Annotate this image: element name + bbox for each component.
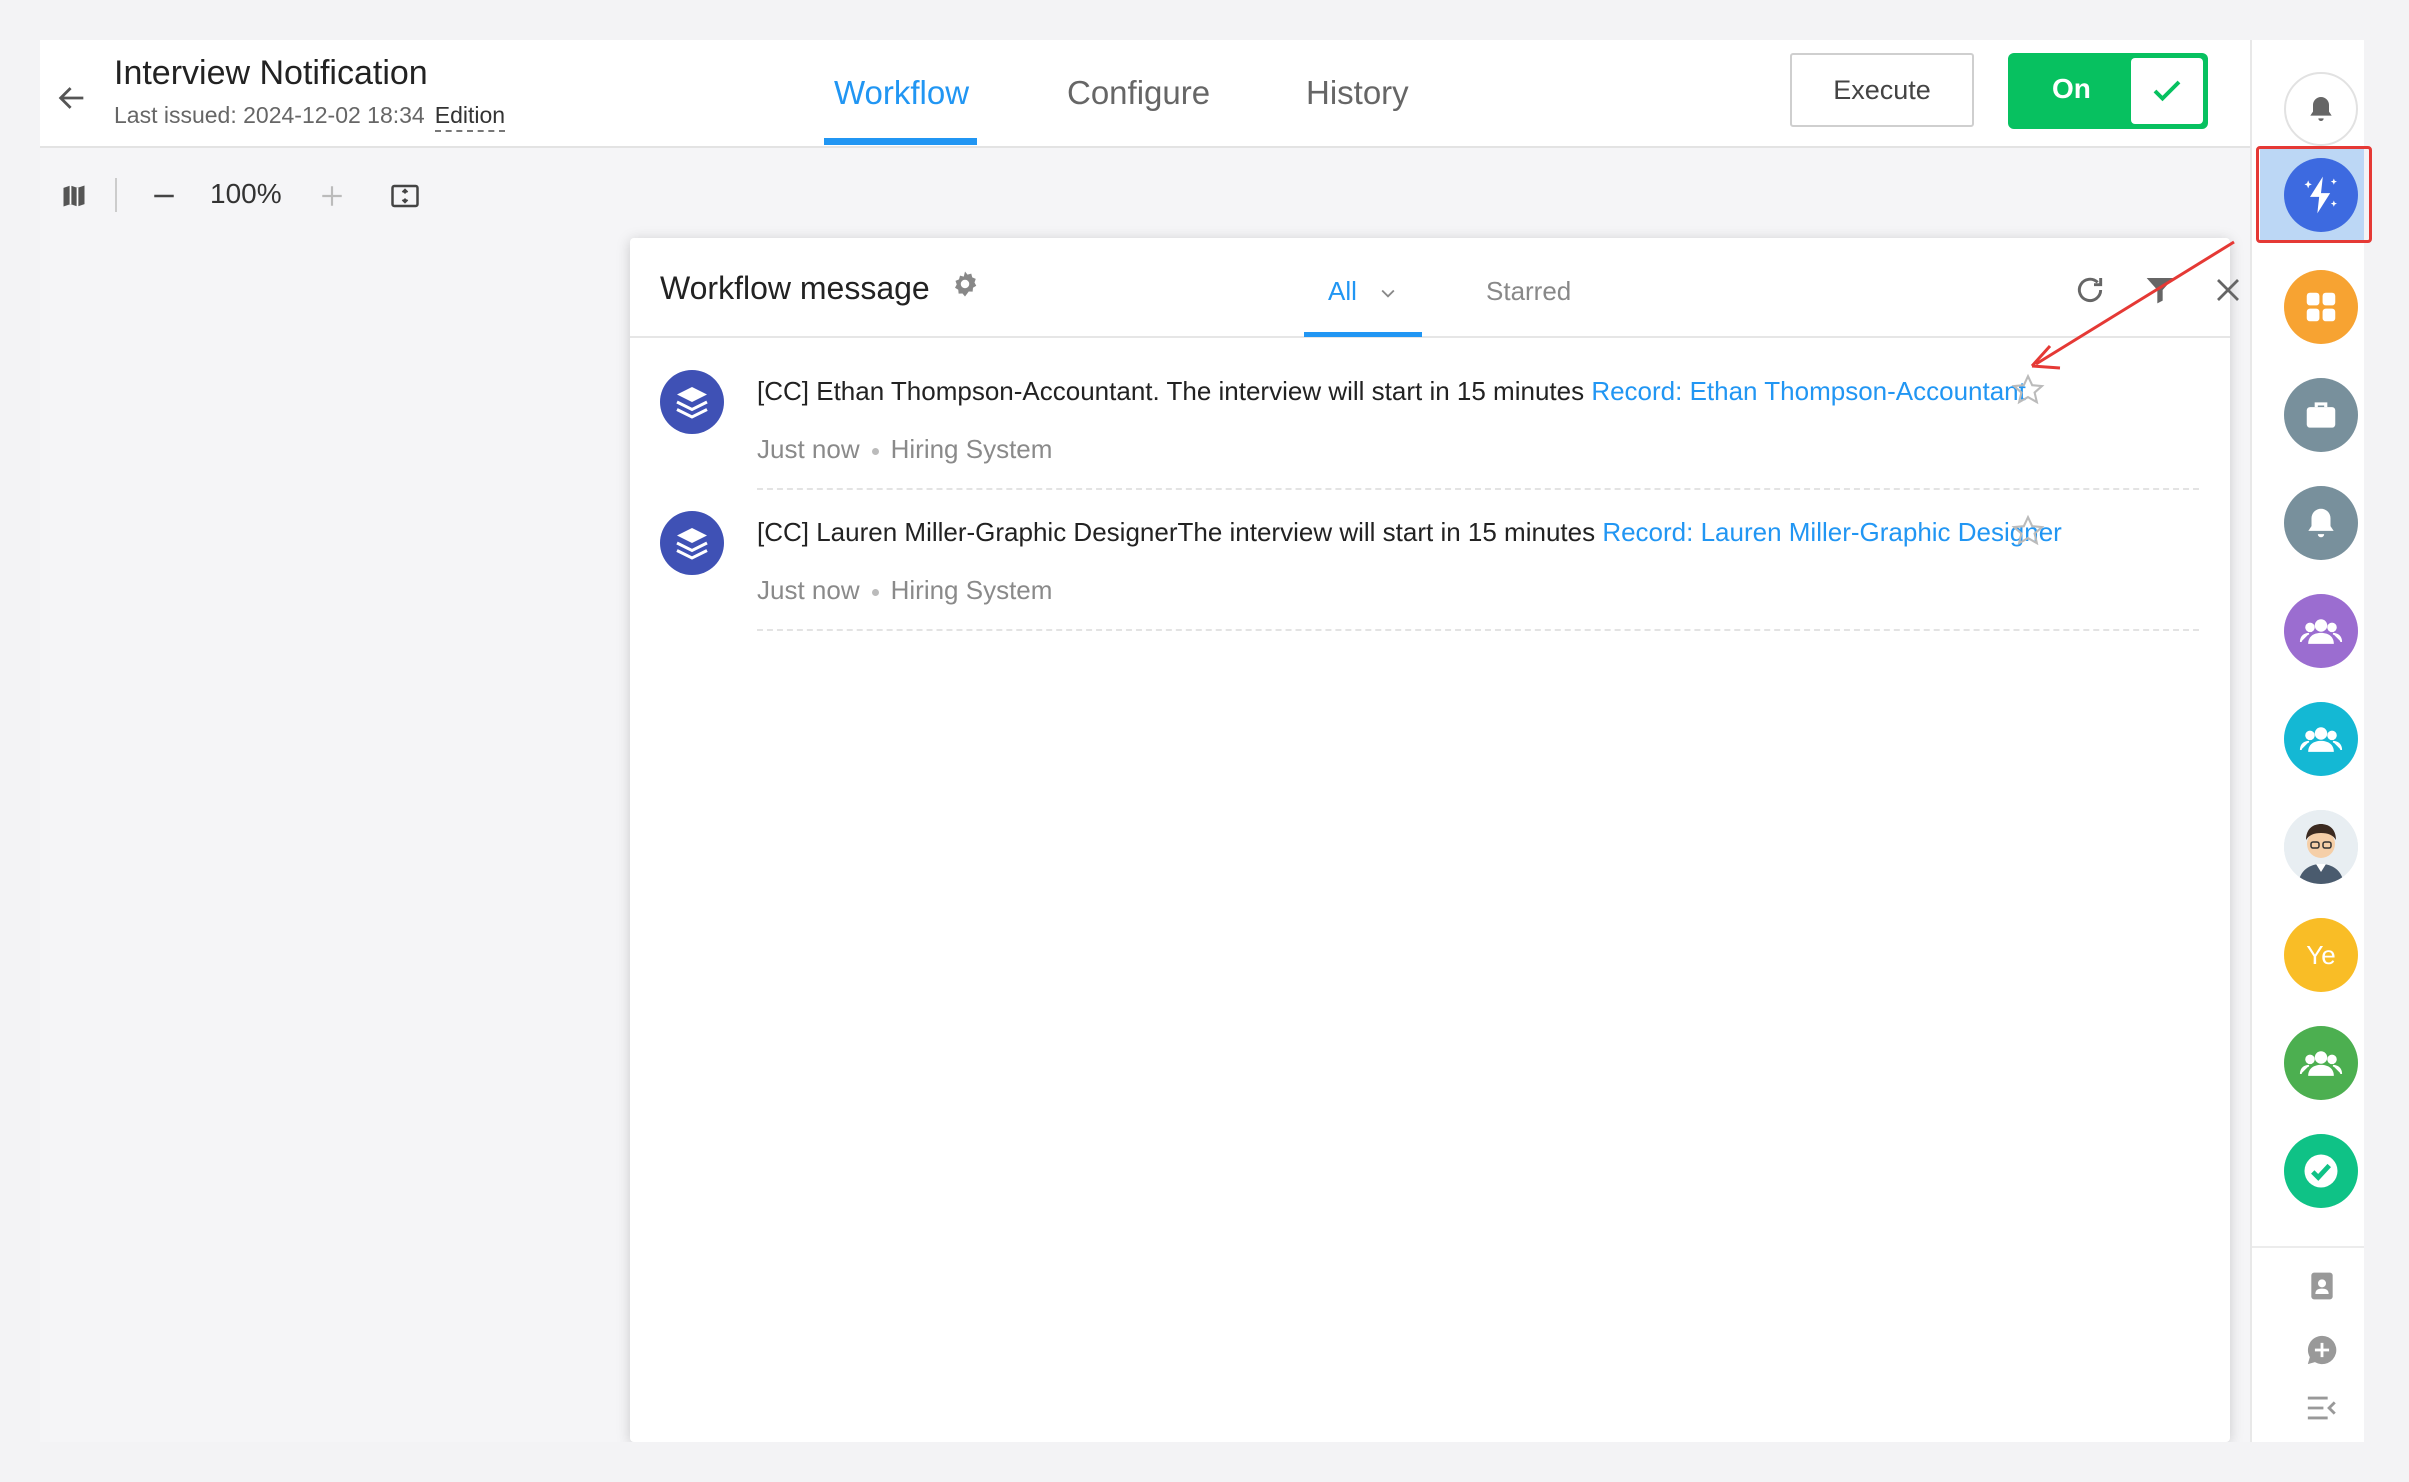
tab-configure[interactable]: Configure	[1067, 74, 1210, 112]
panel-tab-indicator	[1304, 332, 1422, 337]
message-meta: Just now Hiring System	[757, 575, 1052, 606]
star-icon	[2011, 514, 2045, 546]
sidebar-check-button[interactable]	[2284, 1134, 2358, 1208]
check-circle-icon	[2304, 1154, 2338, 1188]
message-body: [CC] Lauren Miller-Graphic DesignerThe i…	[757, 517, 1603, 547]
toggle-label: On	[2052, 73, 2091, 104]
map-icon	[63, 185, 85, 207]
group-icon	[2299, 1051, 2343, 1076]
message-meta: Just now Hiring System	[757, 434, 1052, 465]
chevron-down-icon	[1381, 289, 1395, 298]
panel-header: Workflow message All Starred	[630, 238, 2239, 338]
tab-history[interactable]: History	[1306, 74, 1409, 112]
tab-starred[interactable]: Starred	[1486, 276, 1571, 307]
last-issued-line: Last issued: 2024-12-02 18:34 Edition	[114, 102, 506, 132]
sidebar-group-button[interactable]	[2284, 594, 2358, 668]
sidebar-initials-avatar[interactable]: Ye	[2284, 918, 2358, 992]
message-divider	[757, 629, 2199, 631]
right-sidebar: Ye	[2250, 40, 2364, 1442]
execute-button[interactable]: Execute	[1790, 53, 1974, 127]
zoom-out-button[interactable]	[144, 176, 184, 216]
gear-icon	[955, 271, 977, 297]
edition-link[interactable]: Edition	[434, 102, 506, 132]
filter-button[interactable]	[2142, 272, 2178, 308]
star-icon	[2011, 373, 2045, 405]
message-source: Hiring System	[890, 575, 1053, 605]
on-toggle[interactable]: On	[2008, 53, 2208, 129]
message-item: [CC] Lauren Miller-Graphic DesignerThe i…	[630, 491, 2230, 631]
message-text: [CC] Lauren Miller-Graphic DesignerThe i…	[757, 517, 2062, 548]
apps-grid-icon	[2306, 292, 2336, 322]
group-icon	[2299, 727, 2343, 752]
sidebar-group-button[interactable]	[2284, 1026, 2358, 1100]
workflow-app-avatar	[660, 511, 724, 575]
avatar-initials: Ye	[2306, 939, 2336, 970]
group-icon	[2299, 619, 2343, 644]
zoom-in-icon	[322, 186, 342, 206]
fit-screen-icon	[391, 184, 419, 208]
zoom-out-icon	[154, 194, 174, 198]
panel-title: Workflow message	[660, 270, 930, 306]
sidebar-notification-button[interactable]	[2284, 486, 2358, 560]
collapse-menu-icon	[2307, 1396, 2336, 1420]
sidebar-briefcase-button[interactable]	[2284, 378, 2358, 452]
filter-icon	[2146, 278, 2174, 304]
annotation-highlight-box	[2256, 146, 2372, 243]
settings-button[interactable]	[950, 269, 980, 299]
user-avatar	[2284, 810, 2358, 884]
close-button[interactable]	[2210, 272, 2246, 308]
last-issued-text: Last issued: 2024-12-02 18:34	[114, 102, 425, 128]
separator-dot	[871, 588, 879, 596]
tab-workflow[interactable]: Workflow	[834, 74, 969, 112]
message-item: [CC] Ethan Thompson-Accountant. The inte…	[630, 350, 2230, 490]
message-body: [CC] Ethan Thompson-Accountant. The inte…	[757, 376, 1592, 406]
bell-icon	[2310, 97, 2332, 121]
workflow-app-avatar	[660, 370, 724, 434]
zoom-level: 100%	[210, 178, 282, 209]
contacts-button[interactable]	[2304, 1268, 2340, 1304]
sidebar-bell-button[interactable]	[2284, 72, 2358, 146]
contacts-icon	[2311, 1272, 2333, 1300]
workflow-message-panel: Workflow message All Starred [CC] Ethan …	[630, 238, 2239, 1442]
toggle-knob	[2131, 58, 2203, 124]
app-frame: Interview Notification Last issued: 2024…	[40, 40, 2364, 1442]
close-icon	[2217, 279, 2239, 301]
back-button[interactable]	[48, 74, 96, 122]
message-source: Hiring System	[890, 434, 1053, 464]
record-link[interactable]: Record: Lauren Miller-Graphic Designer	[1602, 517, 2062, 547]
refresh-icon	[2077, 277, 2103, 302]
star-button[interactable]	[2010, 372, 2046, 408]
separator-dot	[871, 447, 879, 455]
fit-screen-button[interactable]	[384, 176, 426, 216]
message-text: [CC] Ethan Thompson-Accountant. The inte…	[757, 376, 2026, 407]
layers-icon	[676, 528, 708, 560]
active-tab-indicator	[824, 138, 977, 145]
add-chat-icon	[2307, 1335, 2337, 1365]
page-title: Interview Notification	[114, 54, 428, 92]
sidebar-group-button[interactable]	[2284, 702, 2358, 776]
record-link[interactable]: Record: Ethan Thompson-Accountant	[1591, 376, 2026, 406]
add-chat-button[interactable]	[2304, 1332, 2340, 1368]
star-button[interactable]	[2010, 513, 2046, 549]
message-time: Just now	[757, 434, 860, 464]
message-divider	[757, 488, 2199, 490]
sidebar-divider	[2252, 1246, 2364, 1248]
refresh-button[interactable]	[2072, 272, 2108, 308]
map-button[interactable]	[54, 176, 94, 216]
tab-all[interactable]: All	[1328, 276, 1398, 307]
layers-icon	[676, 387, 708, 419]
zoom-in-button[interactable]	[312, 176, 352, 216]
page-header: Interview Notification Last issued: 2024…	[40, 40, 2250, 148]
notification-bell-icon	[2308, 508, 2334, 538]
sidebar-apps-button[interactable]	[2284, 270, 2358, 344]
message-time: Just now	[757, 575, 860, 605]
tab-all-label: All	[1328, 276, 1357, 306]
collapse-menu-button[interactable]	[2304, 1390, 2340, 1426]
sidebar-user-avatar[interactable]	[2284, 810, 2358, 884]
check-icon	[2153, 80, 2181, 102]
arrow-left-icon	[58, 87, 84, 109]
toolbar-divider	[115, 178, 117, 212]
briefcase-icon	[2306, 402, 2336, 428]
